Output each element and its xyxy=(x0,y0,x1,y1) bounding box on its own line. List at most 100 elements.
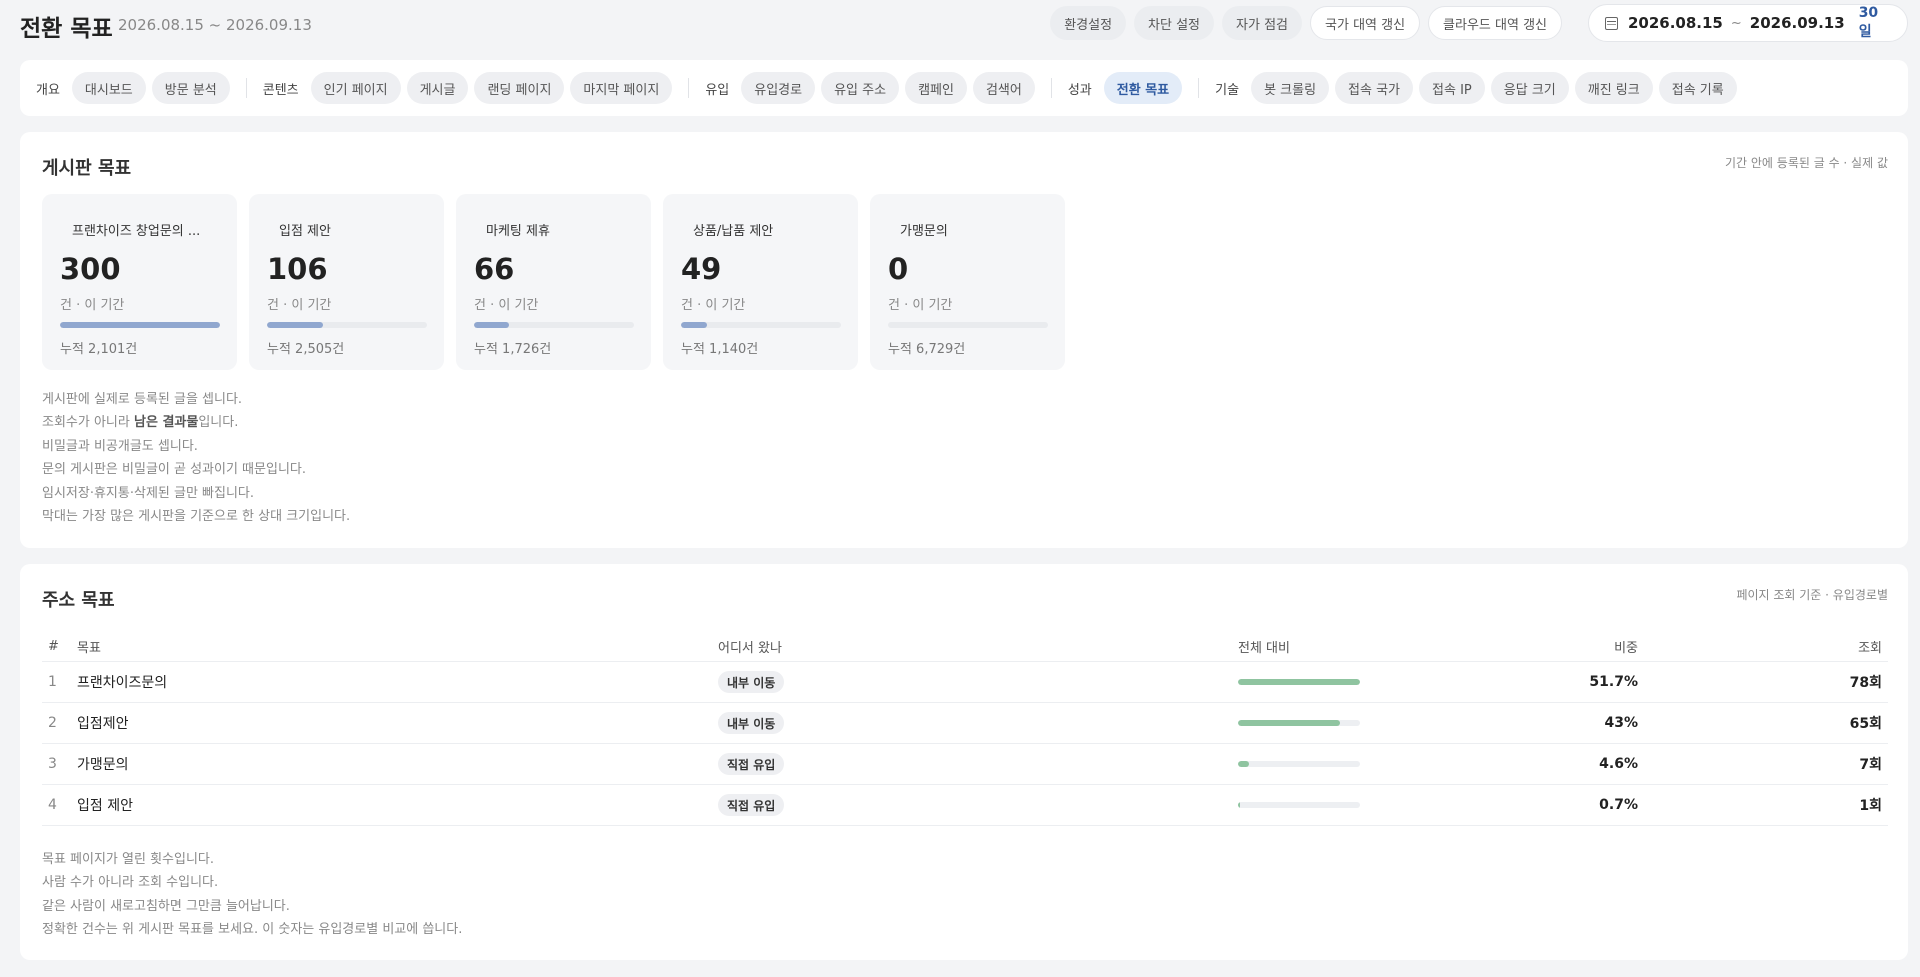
nav-divider xyxy=(1198,78,1200,98)
nav-item-response-size[interactable]: 응답 크기 xyxy=(1490,72,1569,104)
nav-item-landing-pages[interactable]: 랜딩 페이지 xyxy=(474,72,565,104)
nav-item-conversion-goals[interactable]: 전환 목표 xyxy=(1103,72,1183,104)
compare-bar xyxy=(1238,679,1360,685)
row-share: 4.6% xyxy=(1599,756,1638,772)
source-badge: 내부 이동 xyxy=(718,671,785,693)
kpi-card: 프랜차이즈 창업문의 ... 300 건 · 이 기간 누적 2,101건 xyxy=(42,194,237,370)
page-title: 전환 목표 xyxy=(20,16,113,42)
table-row: 1 프랜차이즈문의 내부 이동 51.7% 78회 xyxy=(42,662,1888,703)
kpi-value: 300 xyxy=(60,252,121,286)
country-range-update-button[interactable]: 국가 대역 갱신 xyxy=(1310,6,1421,40)
kpi-bar-fill xyxy=(60,322,220,328)
row-share: 0.7% xyxy=(1599,797,1638,813)
block-settings-button[interactable]: 차단 설정 xyxy=(1134,6,1215,40)
url-goals-table: # 목표 어디서 왔나 전체 대비 비중 조회 1 프랜차이즈문의 내부 이동 … xyxy=(42,632,1888,826)
nav-group-performance: 성과 전환 목표 xyxy=(1067,72,1183,104)
compare-bar-fill xyxy=(1238,802,1240,808)
note-emphasis: 남은 결과물 xyxy=(134,415,199,431)
compare-bar-fill xyxy=(1238,679,1360,685)
nav-divider xyxy=(1050,78,1052,98)
kpi-bar-fill xyxy=(267,322,324,328)
nav-group-label: 콘텐츠 xyxy=(262,82,299,98)
nav-item-access-log[interactable]: 접속 기록 xyxy=(1658,72,1737,104)
nav-group-content: 콘텐츠 인기 페이지 게시글 랜딩 페이지 마지막 페이지 xyxy=(263,72,673,104)
kpi-unit: 건 · 이 기간 xyxy=(681,298,746,313)
table-row: 4 입점 제안 직접 유입 0.7% 1회 xyxy=(42,785,1888,826)
kpi-unit: 건 · 이 기간 xyxy=(888,298,953,313)
url-goals-panel: 주소 목표 페이지 조회 기준 · 유입경로별 # 목표 어디서 왔나 전체 대… xyxy=(20,564,1908,960)
date-to: 2026.09.13 xyxy=(1749,14,1845,32)
kpi-value: 49 xyxy=(681,252,722,286)
kpi-name: 프랜차이즈 창업문의 ... xyxy=(72,224,201,239)
nav-item-visit-analysis[interactable]: 방문 분석 xyxy=(151,72,230,104)
kpi-value: 0 xyxy=(888,252,909,286)
row-source: 직접 유입 xyxy=(718,785,785,825)
nav-group-tech: 기술 봇 크롤링 접속 국가 접속 IP 응답 크기 깨진 링크 접속 기록 xyxy=(1215,72,1737,104)
note-line: 임시저장·휴지통·삭제된 글만 빠집니다. xyxy=(42,485,255,501)
top-actions: 환경설정 차단 설정 자가 점검 국가 대역 갱신 클라우드 대역 갱신 xyxy=(1050,6,1562,40)
note-line: 조회수가 아니라 남은 결과물입니다. xyxy=(42,411,350,434)
url-goals-note: 페이지 조회 기준 · 유입경로별 xyxy=(1736,588,1888,602)
nav-item-referrer-urls[interactable]: 유입 주소 xyxy=(821,72,900,104)
date-range-picker[interactable]: 2026.08.15 ~ 2026.09.13 30일 xyxy=(1588,4,1908,42)
row-goal: 입점제안 xyxy=(77,716,129,732)
compare-bar-fill xyxy=(1238,761,1249,767)
header-date-range: 2026.08.15 ~ 2026.09.13 xyxy=(118,16,312,34)
kpi-bar xyxy=(888,322,1048,328)
nav-item-popular-pages[interactable]: 인기 페이지 xyxy=(310,72,401,104)
self-check-button[interactable]: 자가 점검 xyxy=(1222,6,1303,40)
kpi-bar-fill xyxy=(474,322,510,328)
nav-item-ips[interactable]: 접속 IP xyxy=(1419,72,1485,104)
url-goals-notes: 목표 페이지가 열린 횟수입니다. 사람 수가 아니라 조회 수입니다. 같은 … xyxy=(42,848,462,942)
source-badge: 직접 유입 xyxy=(718,794,785,816)
row-share: 51.7% xyxy=(1589,674,1638,690)
row-goal: 입점 제안 xyxy=(77,798,133,814)
row-goal: 프랜차이즈문의 xyxy=(77,675,168,691)
nav-item-bot-crawling[interactable]: 봇 크롤링 xyxy=(1251,72,1330,104)
nav-group-inflow: 유입 유입경로 유입 주소 캠페인 검색어 xyxy=(705,72,1035,104)
col-share: 비중 xyxy=(1614,641,1638,656)
kpi-bar-fill xyxy=(681,322,708,328)
nav-item-referrers[interactable]: 유입경로 xyxy=(741,72,816,104)
nav-item-broken-links[interactable]: 깨진 링크 xyxy=(1574,72,1653,104)
settings-button[interactable]: 환경설정 xyxy=(1050,6,1127,40)
row-compare xyxy=(1238,662,1360,702)
row-compare xyxy=(1238,785,1360,825)
kpi-total: 누적 1,140건 xyxy=(681,342,759,357)
nav-group-label: 성과 xyxy=(1067,82,1092,98)
nav-item-dashboard[interactable]: 대시보드 xyxy=(71,72,146,104)
note-line: 사람 수가 아니라 조회 수입니다. xyxy=(42,875,219,891)
row-num: 1 xyxy=(48,674,57,690)
top-bar: 전환 목표 2026.08.15 ~ 2026.09.13 환경설정 차단 설정… xyxy=(0,0,1920,46)
calendar-icon xyxy=(1605,16,1618,30)
kpi-card: 가맹문의 0 건 · 이 기간 누적 6,729건 xyxy=(870,194,1065,370)
note-text: 조회수가 아니라 xyxy=(42,415,134,431)
compare-bar xyxy=(1238,802,1360,808)
row-compare xyxy=(1238,703,1360,743)
nav-item-search-terms[interactable]: 검색어 xyxy=(972,72,1035,104)
nav-item-exit-pages[interactable]: 마지막 페이지 xyxy=(570,72,673,104)
kpi-card: 상품/납품 제안 49 건 · 이 기간 누적 1,140건 xyxy=(663,194,858,370)
note-line: 같은 사람이 새로고침하면 그만큼 늘어납니다. xyxy=(42,898,290,914)
compare-bar xyxy=(1238,761,1360,767)
url-goals-title: 주소 목표 xyxy=(42,590,115,611)
nav-item-posts[interactable]: 게시글 xyxy=(406,72,469,104)
row-views: 7회 xyxy=(1859,757,1882,773)
nav-group-label: 기술 xyxy=(1215,82,1240,98)
note-line: 게시판에 실제로 등록된 글을 셉니다. xyxy=(42,392,243,407)
row-share: 43% xyxy=(1604,715,1638,731)
kpi-name: 상품/납품 제안 xyxy=(693,224,774,239)
kpi-bar xyxy=(60,322,220,328)
nav-group-label: 유입 xyxy=(705,82,730,98)
period-days: 30일 xyxy=(1858,5,1879,40)
kpi-card: 마케팅 제휴 66 건 · 이 기간 누적 1,726건 xyxy=(456,194,651,370)
row-compare xyxy=(1238,744,1360,784)
nav-item-campaigns[interactable]: 캠페인 xyxy=(905,72,967,104)
kpi-total: 누적 6,729건 xyxy=(888,342,966,357)
kpi-name: 가맹문의 xyxy=(900,224,948,239)
row-views: 65회 xyxy=(1849,716,1882,732)
col-source: 어디서 왔나 xyxy=(718,641,782,656)
nav-item-countries[interactable]: 접속 국가 xyxy=(1335,72,1414,104)
cloud-range-update-button[interactable]: 클라우드 대역 갱신 xyxy=(1428,6,1562,40)
nav-divider xyxy=(688,78,690,98)
